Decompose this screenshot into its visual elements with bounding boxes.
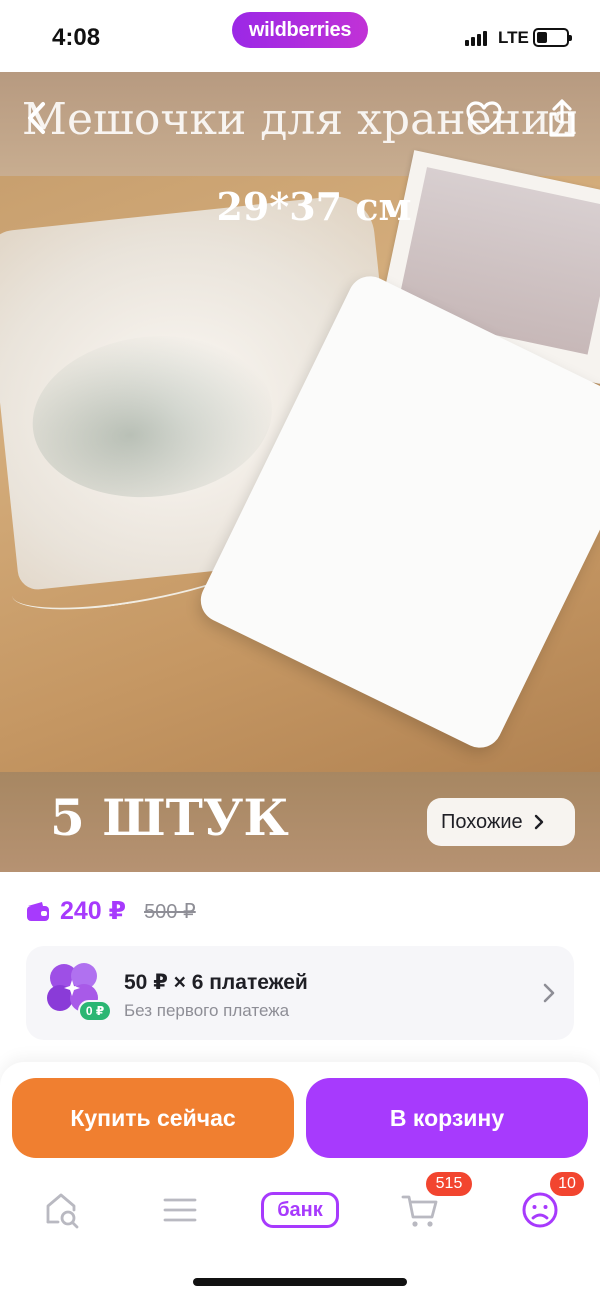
tab-bank[interactable]: банк xyxy=(258,1182,342,1238)
similar-button-label: Похожие xyxy=(441,810,523,833)
tab-bar: банк 515 10 xyxy=(0,1170,600,1244)
back-button[interactable] xyxy=(12,94,60,142)
profile-badge: 10 xyxy=(548,1170,586,1198)
share-icon xyxy=(549,99,575,137)
favorite-button[interactable] xyxy=(460,94,508,142)
buy-now-button[interactable]: Купить сейчас xyxy=(12,1078,294,1158)
add-to-cart-button[interactable]: В корзину xyxy=(306,1078,588,1158)
installment-title: 50 ₽ × 6 платежей xyxy=(124,971,308,994)
wildberries-logo: wildberries xyxy=(232,12,368,48)
chevron-left-icon xyxy=(28,102,45,134)
price-row: 240 ₽ 500 ₽ xyxy=(26,896,196,926)
installment-card[interactable]: 0 ₽ 50 ₽ × 6 платежей Без первого платеж… xyxy=(26,946,574,1040)
menu-icon xyxy=(163,1198,197,1222)
tab-profile[interactable]: 10 xyxy=(510,1170,586,1238)
battery-icon xyxy=(533,28,572,47)
bottom-panel: Купить сейчас В корзину банк 515 10 xyxy=(0,1062,600,1297)
battery-level xyxy=(537,32,547,43)
wallet-icon xyxy=(27,902,49,921)
heart-icon xyxy=(466,101,502,134)
tab-cart[interactable]: 515 xyxy=(390,1170,474,1238)
signal-icon xyxy=(465,30,487,46)
image-overlay-size: 29*37 см xyxy=(216,184,412,229)
zero-percent-badge: 0 ₽ xyxy=(78,1000,112,1022)
status-time: 4:08 xyxy=(52,24,101,51)
status-bar: 4:08 wildberries LTE xyxy=(0,0,600,72)
network-label: LTE xyxy=(498,28,529,47)
chevron-right-icon xyxy=(543,983,555,1003)
tab-catalog[interactable] xyxy=(150,1182,210,1238)
chevron-right-icon xyxy=(534,814,543,830)
price-current: 240 ₽ xyxy=(60,897,127,925)
home-search-icon xyxy=(46,1193,79,1229)
bank-label: банк xyxy=(261,1192,339,1228)
tab-home[interactable] xyxy=(32,1182,92,1238)
product-info: 240 ₽ 500 ₽ 0 ₽ 50 ₽ × 6 платежей Без пе… xyxy=(0,872,600,1062)
share-button[interactable] xyxy=(538,94,586,142)
cart-badge: 515 xyxy=(424,1170,474,1198)
image-overlay-title: Мешочки для хранения xyxy=(21,94,579,145)
product-image[interactable]: Мешочки для хранения 29*37 см 5 ШТУК Пох… xyxy=(0,72,600,872)
price-old: 500 ₽ xyxy=(144,900,196,923)
image-overlay-quantity: 5 ШТУК xyxy=(50,788,289,847)
installment-subtitle: Без первого платежа xyxy=(124,1001,290,1020)
home-indicator xyxy=(193,1278,407,1286)
similar-products-button[interactable]: Похожие xyxy=(427,798,575,846)
